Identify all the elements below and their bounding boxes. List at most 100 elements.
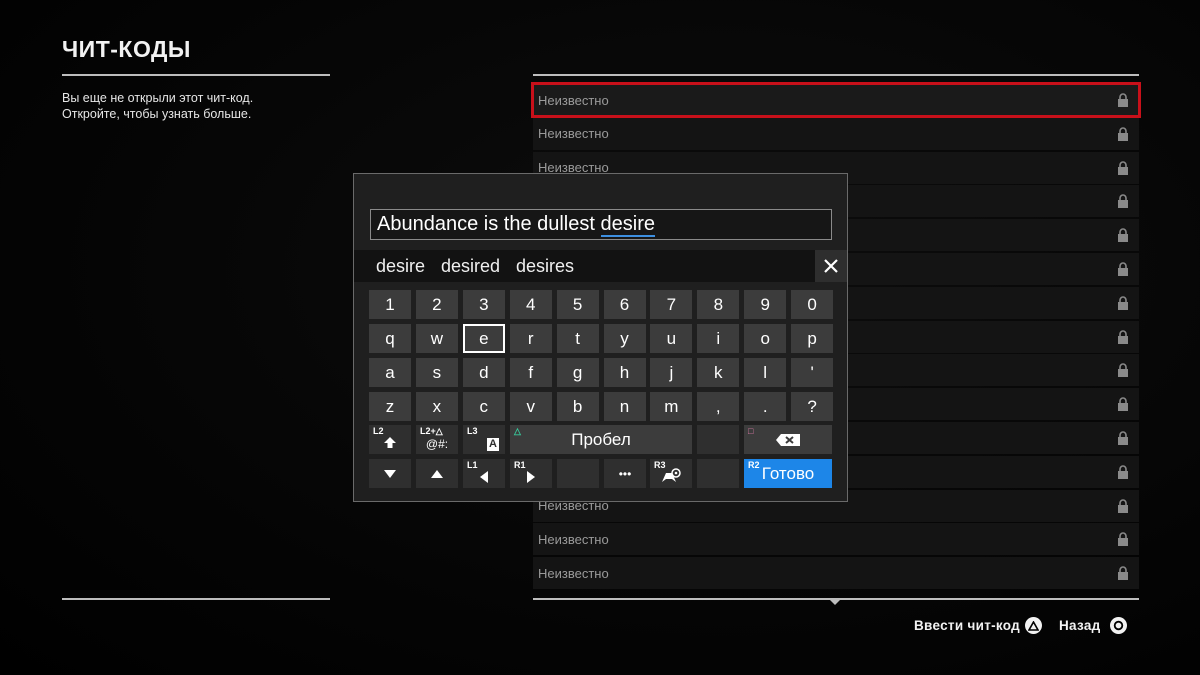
- key[interactable]: ,: [697, 392, 740, 421]
- cheat-item-label: Неизвестно: [538, 126, 609, 142]
- suggestion-item[interactable]: desires: [516, 256, 574, 277]
- key[interactable]: c: [462, 392, 505, 421]
- key[interactable]: 8: [697, 290, 740, 319]
- cheat-list-item[interactable]: Неизвестно: [533, 523, 1139, 556]
- backspace-icon: [776, 433, 800, 446]
- back-prompt[interactable]: Назад: [1059, 618, 1101, 633]
- cheat-item-label: Неизвестно: [538, 92, 609, 108]
- key[interactable]: g: [556, 358, 599, 387]
- key[interactable]: 9: [744, 290, 787, 319]
- button-hint: L2: [373, 426, 384, 436]
- close-keyboard-button[interactable]: [815, 250, 847, 282]
- lock-icon: [1118, 431, 1128, 445]
- lock-icon: [1118, 262, 1128, 276]
- key[interactable]: n: [603, 392, 646, 421]
- key[interactable]: 7: [650, 290, 693, 319]
- key[interactable]: z: [369, 392, 411, 421]
- key[interactable]: .: [744, 392, 787, 421]
- key[interactable]: 4: [509, 290, 552, 319]
- key[interactable]: l: [744, 358, 787, 387]
- key[interactable]: x: [415, 392, 458, 421]
- key[interactable]: t: [556, 324, 599, 353]
- key[interactable]: 2: [415, 290, 458, 319]
- symbols-key-label: @#:: [425, 437, 449, 451]
- blank-key[interactable]: [697, 459, 739, 488]
- backspace-key[interactable]: □: [744, 425, 832, 454]
- button-hint: L1: [467, 460, 478, 470]
- key[interactable]: h: [603, 358, 646, 387]
- key[interactable]: o: [744, 324, 787, 353]
- key[interactable]: 6: [603, 290, 646, 319]
- key[interactable]: k: [697, 358, 740, 387]
- key[interactable]: 0: [791, 290, 834, 319]
- lock-icon: [1118, 465, 1128, 479]
- enter-code-prompt[interactable]: Ввести чит-код: [914, 618, 1020, 633]
- description-line: Откройте, чтобы узнать больше.: [62, 107, 252, 121]
- cursor-down-key[interactable]: [369, 459, 411, 488]
- lock-icon: [1118, 93, 1128, 107]
- cheat-item-label: Неизвестно: [538, 531, 609, 547]
- cursor-up-key[interactable]: [416, 459, 458, 488]
- onscreen-keyboard: Abundance is the dullest desire desire d…: [353, 173, 848, 502]
- lock-icon: [1118, 397, 1128, 412]
- language-key[interactable]: L3 A: [463, 425, 505, 454]
- symbols-key[interactable]: L2+△ @#:: [416, 425, 458, 454]
- input-text: Abundance is the dullest: [377, 213, 601, 235]
- key[interactable]: q: [369, 324, 411, 353]
- button-hint: △: [514, 426, 521, 436]
- key[interactable]: ': [791, 358, 834, 387]
- key[interactable]: u: [650, 324, 693, 353]
- key[interactable]: f: [509, 358, 552, 387]
- suggestion-item[interactable]: desire: [376, 256, 425, 277]
- close-icon: [824, 259, 838, 273]
- lock-icon: [1118, 329, 1128, 344]
- shift-key[interactable]: L2: [369, 425, 411, 454]
- cursor-right-key[interactable]: R1: [510, 459, 552, 488]
- key[interactable]: v: [509, 392, 552, 421]
- button-hint: R1: [514, 460, 526, 470]
- lock-icon: [1118, 498, 1128, 513]
- key[interactable]: b: [556, 392, 599, 421]
- more-options-label: •••: [618, 466, 632, 481]
- blank-key[interactable]: [557, 459, 599, 488]
- key[interactable]: j: [650, 358, 693, 387]
- key[interactable]: w: [415, 324, 458, 353]
- space-key-label: Пробел: [571, 429, 631, 449]
- key[interactable]: s: [415, 358, 458, 387]
- key[interactable]: ?: [791, 392, 834, 421]
- key[interactable]: r: [509, 324, 552, 353]
- button-hint: □: [748, 426, 754, 436]
- cheat-list-item[interactable]: Неизвестно: [533, 117, 1139, 150]
- key[interactable]: i: [697, 324, 740, 353]
- description-line: Вы еще не открыли этот чит-код.: [62, 91, 254, 105]
- key[interactable]: y: [603, 324, 646, 353]
- key[interactable]: m: [650, 392, 693, 421]
- key[interactable]: 3: [462, 290, 505, 319]
- key[interactable]: e: [462, 324, 505, 353]
- lock-icon: [1118, 566, 1128, 581]
- key[interactable]: a: [369, 358, 411, 387]
- key[interactable]: p: [791, 324, 834, 353]
- space-key[interactable]: △ Пробел: [510, 425, 692, 454]
- key[interactable]: 1: [369, 290, 411, 319]
- page-title: ЧИТ-КОДЫ: [62, 36, 191, 62]
- done-button[interactable]: R2 Готово: [744, 459, 832, 488]
- circle-button-icon: [1110, 617, 1127, 634]
- key[interactable]: 5: [556, 290, 599, 319]
- arrow-left-icon: [480, 470, 488, 483]
- cheat-list-item[interactable]: Неизвестно: [531, 82, 1141, 118]
- cursor-left-key[interactable]: L1: [463, 459, 505, 488]
- more-options-key[interactable]: •••: [604, 459, 646, 488]
- arrow-right-icon: [527, 470, 535, 483]
- language-key-label: A: [487, 438, 499, 451]
- blank-key[interactable]: [697, 425, 739, 454]
- scroll-down-indicator: [829, 599, 841, 605]
- shift-icon: [384, 436, 396, 448]
- cheat-list-item[interactable]: Неизвестно: [533, 557, 1139, 590]
- suggestion-bar: desire desired desires: [354, 250, 847, 282]
- key[interactable]: d: [462, 358, 505, 387]
- suggestion-item[interactable]: desired: [441, 256, 500, 277]
- left-top-divider: [62, 74, 330, 76]
- cursor-mode-key[interactable]: R3: [650, 459, 692, 488]
- cheat-input-field[interactable]: Abundance is the dullest desire: [370, 209, 832, 240]
